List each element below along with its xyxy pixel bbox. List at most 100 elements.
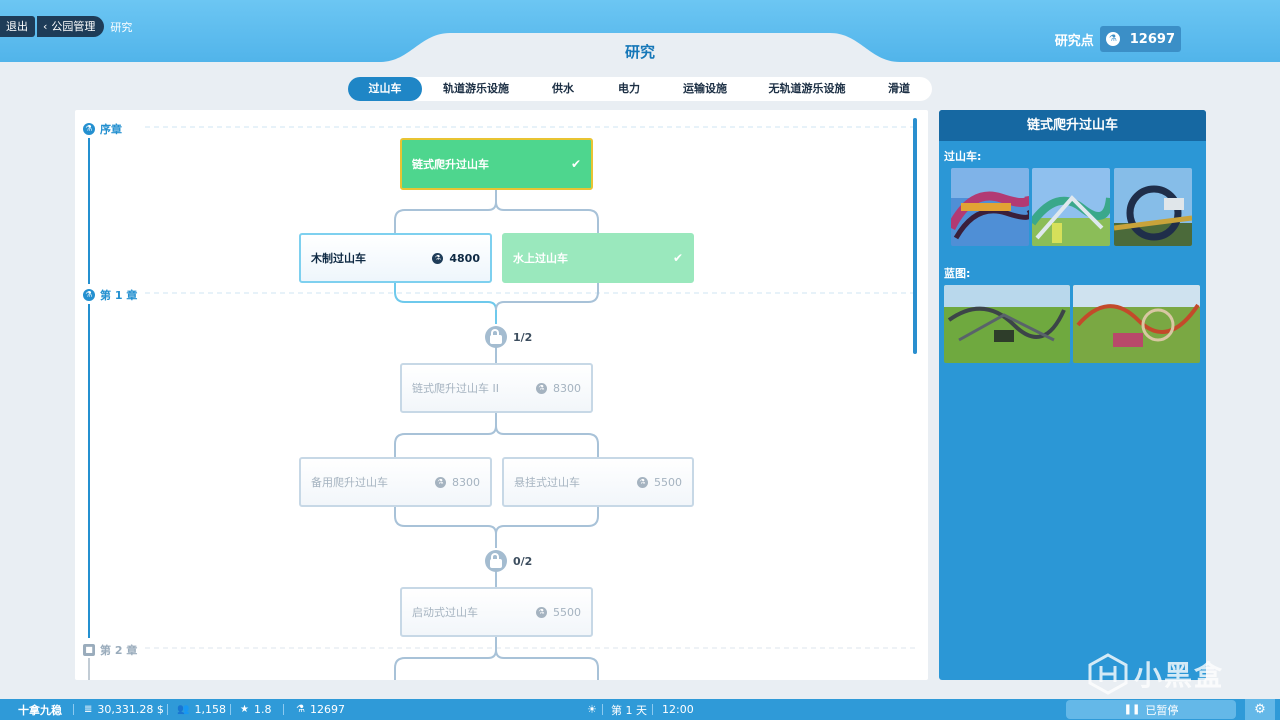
pause-icon: ❚❚ <box>1123 704 1141 715</box>
node-cost-value: 8300 <box>452 475 480 489</box>
blueprint-thumbnail[interactable] <box>1073 285 1200 363</box>
lock-icon <box>485 326 507 348</box>
pause-label: 已暂停 <box>1145 703 1179 717</box>
pause-button[interactable]: ❚❚ 已暂停 <box>1066 700 1236 719</box>
tab-transport[interactable]: 运输设施 <box>662 77 748 101</box>
node-cost: ⚗ 8300 <box>536 382 581 395</box>
tab-trackless-rides[interactable]: 无轨道游乐设施 <box>748 77 866 101</box>
rides-label: 过山车: <box>944 150 982 163</box>
node-cost-value: 5500 <box>654 475 682 489</box>
detail-title: 链式爬升过山车 <box>939 110 1206 141</box>
chapter-gate-1: 1/2 <box>485 326 532 348</box>
rating-display[interactable]: ★ 1.8 <box>240 699 271 720</box>
chapter-1-label: 第 1 章 <box>100 289 138 302</box>
status-bar: 十拿九稳 ≣ 30,331.28 $ 👥 1,158 ★ 1.8 ⚗ 12697… <box>0 699 1280 720</box>
ride-thumbnail[interactable] <box>1032 168 1110 246</box>
tab-coasters[interactable]: 过山车 <box>348 77 422 101</box>
flask-icon: ⚗ <box>536 382 547 394</box>
ride-thumbnail[interactable] <box>951 168 1029 246</box>
star-icon: ★ <box>240 704 249 715</box>
time-display: 12:00 <box>662 703 694 716</box>
flask-icon: ⚗ <box>83 123 95 135</box>
research-points: 研究点 ⚗ 12697 <box>1055 26 1181 52</box>
node-cost: ⚗ 5500 <box>536 606 581 619</box>
flask-icon: ⚗ <box>296 704 305 715</box>
tab-water[interactable]: 供水 <box>530 77 596 101</box>
check-icon: ✔ <box>672 251 683 265</box>
node-launched-coaster[interactable]: 启动式过山车 ⚗ 5500 <box>400 587 593 637</box>
node-label: 备用爬升过山车 <box>311 476 388 489</box>
node-label: 链式爬升过山车 <box>412 158 489 171</box>
watermark-text: 小黑盒 <box>1134 659 1225 692</box>
blueprints-label: 蓝图: <box>944 267 971 280</box>
chapter-prologue: ⚗ 序章 <box>83 121 122 137</box>
flask-icon: ⚗ <box>1105 32 1120 46</box>
node-cost: ⚗ 5500 <box>637 476 682 489</box>
node-label: 链式爬升过山车 II <box>412 382 499 395</box>
node-cost-value: 5500 <box>553 605 581 619</box>
node-chain-lift-coaster[interactable]: 链式爬升过山车 ✔ <box>400 138 593 190</box>
flask-icon: ⚗ <box>432 252 444 264</box>
watermark-logo-icon <box>1088 653 1128 695</box>
node-wooden-coaster[interactable]: 木制过山车 ⚗ 4800 <box>299 233 492 283</box>
node-cost: ⚗ 4800 <box>432 252 480 265</box>
research-tree-panel: ⚗ 序章 ⚗ 第 1 章 ■ 第 2 章 链式爬升过山车 ✔ 木制过山车 ⚗ 4… <box>75 110 928 680</box>
node-suspended-coaster[interactable]: 悬挂式过山车 ⚗ 5500 <box>502 457 694 507</box>
check-icon: ✔ <box>570 157 581 171</box>
research-points-box: ⚗ 12697 <box>1099 26 1181 52</box>
chapter-gate-2: 0/2 <box>485 550 532 572</box>
ride-thumbnail[interactable] <box>1114 168 1192 246</box>
category-tabs: 过山车 轨道游乐设施 供水 电力 运输设施 无轨道游乐设施 滑道 <box>348 77 932 101</box>
breadcrumb-park-management[interactable]: ‹ 公园管理 <box>37 16 105 37</box>
breadcrumb-park-label: 公园管理 <box>51 20 96 33</box>
gate-progress: 1/2 <box>513 330 533 344</box>
tab-power[interactable]: 电力 <box>596 77 662 101</box>
chevron-left-icon: ‹ <box>43 20 48 33</box>
tree-scrollbar[interactable] <box>913 118 917 354</box>
weather-icon: ☀ <box>587 703 597 716</box>
gear-icon[interactable]: ⚙ <box>1245 699 1275 720</box>
node-label: 启动式过山车 <box>412 606 478 619</box>
flask-icon: ⚗ <box>83 289 95 301</box>
money-display[interactable]: ≣ 30,331.28 $ <box>84 699 164 720</box>
node-water-coaster[interactable]: 水上过山车 ✔ <box>502 233 694 283</box>
node-cost-value: 8300 <box>553 381 581 395</box>
lock-icon: ■ <box>83 644 95 656</box>
node-label: 木制过山车 <box>311 252 366 265</box>
lock-icon <box>485 550 507 572</box>
node-label: 水上过山车 <box>513 252 568 265</box>
day-display: 第 1 天 <box>611 703 647 717</box>
research-display[interactable]: ⚗ 12697 <box>296 699 345 720</box>
money-value: 30,331.28 $ <box>97 703 164 716</box>
blueprint-thumbnail[interactable] <box>944 285 1070 363</box>
guests-icon: 👥 <box>177 704 190 715</box>
breadcrumb-current: 研究 <box>110 20 133 34</box>
node-backup-lift-coaster[interactable]: 备用爬升过山车 ⚗ 8300 <box>299 457 492 507</box>
watermark: 小黑盒 <box>1086 652 1224 696</box>
node-chain-lift-coaster-2[interactable]: 链式爬升过山车 II ⚗ 8300 <box>400 363 593 413</box>
gate-progress: 0/2 <box>513 554 533 568</box>
guests-value: 1,158 <box>194 703 226 716</box>
detail-panel: 链式爬升过山车 过山车: 蓝图: <box>939 110 1206 680</box>
node-cost: ⚗ 8300 <box>435 476 480 489</box>
node-label: 悬挂式过山车 <box>514 476 580 489</box>
flask-icon: ⚗ <box>637 476 648 488</box>
flask-icon: ⚗ <box>435 476 446 488</box>
coins-icon: ≣ <box>84 704 93 715</box>
research-points-label: 研究点 <box>1054 33 1094 49</box>
chapter-1: ⚗ 第 1 章 <box>83 287 137 303</box>
breadcrumb: 退出 ‹ 公园管理 研究 <box>0 16 132 37</box>
chapter-2-label: 第 2 章 <box>100 644 138 657</box>
research-points-value: 12697 <box>1129 31 1175 47</box>
park-name[interactable]: 十拿九稳 <box>18 699 62 720</box>
chapter-2: ■ 第 2 章 <box>83 642 137 658</box>
exit-button[interactable]: 退出 <box>0 16 35 37</box>
research-value: 12697 <box>309 703 345 716</box>
rating-value: 1.8 <box>253 703 272 716</box>
flask-icon: ⚗ <box>536 606 547 618</box>
chapter-prologue-label: 序章 <box>100 123 122 136</box>
node-cost-value: 4800 <box>449 251 480 265</box>
tab-tracked-rides[interactable]: 轨道游乐设施 <box>422 77 530 101</box>
tab-slides[interactable]: 滑道 <box>866 77 932 101</box>
guests-display[interactable]: 👥 1,158 <box>177 699 226 720</box>
